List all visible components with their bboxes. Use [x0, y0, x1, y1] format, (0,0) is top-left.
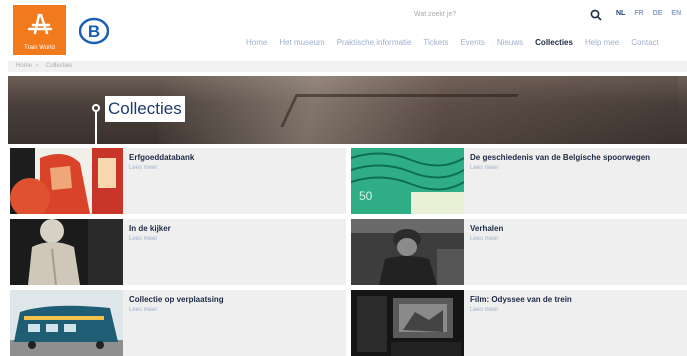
nav-tickets[interactable]: Tickets	[423, 38, 448, 47]
card-title[interactable]: Erfgoeddatabank	[129, 153, 194, 162]
lang-nl[interactable]: NL	[616, 10, 625, 17]
read-more-link[interactable]: Lees meer	[470, 236, 498, 242]
page-title: Collecties	[105, 96, 185, 122]
hero-banner: Collecties	[8, 76, 687, 144]
read-more-link[interactable]: Lees meer	[129, 165, 157, 171]
erfgoeddatabank-poster-image	[10, 148, 123, 214]
site-header: Train World B Wat zoekt je? NL FR DE EN …	[0, 0, 687, 60]
card-title[interactable]: Collectie op verplaatsing	[129, 295, 224, 304]
card-title[interactable]: Verhalen	[470, 224, 503, 233]
breadcrumb-separator: ›	[36, 63, 39, 69]
read-more-link[interactable]: Lees meer	[470, 307, 498, 313]
film-screen-image	[351, 290, 464, 356]
hero-image-detail	[280, 94, 519, 127]
collection-card-verhalen[interactable]: Verhalen Lees meer	[351, 219, 687, 285]
read-more-link[interactable]: Lees meer	[129, 236, 157, 242]
nav-collecties[interactable]: Collecties	[535, 38, 573, 47]
stamp-value-text: 50	[359, 189, 373, 203]
collection-card-op-verplaatsing[interactable]: Collectie op verplaatsing Lees meer	[10, 290, 346, 356]
card-title[interactable]: De geschiedenis van de Belgische spoorwe…	[470, 153, 650, 162]
hero-pin-line	[95, 112, 97, 144]
read-more-link[interactable]: Lees meer	[129, 307, 157, 313]
search-input[interactable]: Wat zoekt je?	[414, 11, 456, 18]
card-title[interactable]: In de kijker	[129, 224, 171, 233]
conductor-photo-image	[351, 219, 464, 285]
statue-image	[10, 219, 123, 285]
collection-card-film-odyssee[interactable]: Film: Odyssee van de trein Lees meer	[351, 290, 687, 356]
svg-text:B: B	[88, 22, 100, 41]
sncb-logo[interactable]: B	[79, 16, 109, 46]
train-world-logo-label: Train World	[24, 45, 55, 51]
nav-events[interactable]: Events	[460, 38, 484, 47]
nav-contact[interactable]: Contact	[631, 38, 659, 47]
card-title[interactable]: Film: Odyssee van de trein	[470, 295, 572, 304]
nav-help-mee[interactable]: Help mee	[585, 38, 619, 47]
read-more-link[interactable]: Lees meer	[470, 165, 498, 171]
collection-card-erfgoeddatabank[interactable]: Erfgoeddatabank Lees meer	[10, 148, 346, 214]
language-switcher: NL FR DE EN	[616, 10, 681, 17]
breadcrumb-current: Collecties	[46, 63, 73, 69]
train-world-logo[interactable]: Train World	[13, 5, 66, 55]
locomotive-image	[10, 290, 123, 356]
nav-het-museum[interactable]: Het museum	[279, 38, 324, 47]
nav-home[interactable]: Home	[246, 38, 267, 47]
breadcrumb: Home › Collecties	[8, 61, 687, 72]
breadcrumb-home[interactable]: Home	[16, 63, 32, 69]
train-world-logo-icon	[27, 13, 53, 35]
nav-nieuws[interactable]: Nieuws	[497, 38, 523, 47]
lang-en[interactable]: EN	[671, 10, 681, 17]
main-nav: Home Het museum Praktische informatie Ti…	[246, 38, 671, 47]
lang-de[interactable]: DE	[653, 10, 663, 17]
search-icon[interactable]	[589, 8, 603, 22]
banknote-stamp-image: 50	[351, 148, 464, 214]
collection-card-geschiedenis[interactable]: 50 De geschiedenis van de Belgische spoo…	[351, 148, 687, 214]
hero-pin-icon	[92, 104, 100, 112]
collection-card-in-de-kijker[interactable]: In de kijker Lees meer	[10, 219, 346, 285]
nav-praktische-informatie[interactable]: Praktische informatie	[337, 38, 412, 47]
lang-fr[interactable]: FR	[634, 10, 643, 17]
